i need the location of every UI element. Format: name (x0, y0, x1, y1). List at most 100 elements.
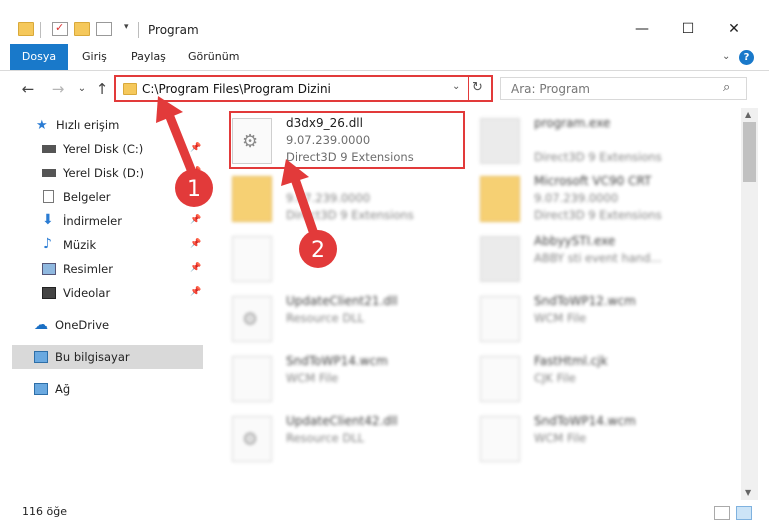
sidebar-item-label: Ağ (55, 382, 71, 396)
download-icon: ⬇ (42, 212, 54, 228)
file-description: Direct3D 9 Extensions (534, 150, 662, 164)
file-name: AbbyySTI.exe (534, 234, 616, 248)
new-folder-icon[interactable] (74, 22, 90, 36)
sidebar-item-onedrive[interactable]: ☁ OneDrive (0, 313, 210, 337)
sidebar-item-network[interactable]: Ağ (0, 377, 210, 401)
sidebar-item-downloads[interactable]: ⬇ İndirmeler 📌 (0, 209, 210, 233)
star-icon: ★ (36, 118, 48, 133)
document-icon (232, 356, 272, 402)
tab-view[interactable]: Görünüm (188, 44, 239, 70)
pin-icon[interactable]: 📌 (190, 143, 201, 153)
document-icon (480, 356, 520, 402)
file-description: Direct3D 9 Extensions (286, 208, 414, 222)
file-tile[interactable]: SndToWP14.wcm WCM File (478, 410, 718, 466)
divider (468, 77, 469, 100)
up-button[interactable]: ↑ (92, 79, 112, 99)
tab-share[interactable]: Paylaş (131, 44, 166, 70)
sidebar-item-music[interactable]: ♪ Müzik 📌 (0, 233, 210, 257)
chevron-down-icon[interactable]: ▾ (124, 22, 129, 32)
address-bar[interactable]: C:\Program Files\Program Dizini ⌄ ↻ (114, 75, 493, 102)
exe-file-icon (480, 236, 520, 282)
sidebar-item-videos[interactable]: Videolar 📌 (0, 281, 210, 305)
file-tile[interactable]: FastHtml.cjk CJK File (478, 350, 718, 406)
minimize-button[interactable]: — (619, 14, 665, 44)
sidebar-item-label: Resimler (63, 262, 113, 276)
documents-icon (43, 190, 54, 203)
file-description: ABBY sti event hand... (534, 251, 662, 265)
file-description: WCM File (286, 371, 339, 385)
sidebar-item-label: OneDrive (55, 318, 110, 332)
back-button[interactable]: ← (18, 79, 38, 99)
file-tile[interactable]: SndToWP12.wcm WCM File (478, 290, 718, 346)
search-icon[interactable]: ⌕ (723, 80, 730, 95)
file-tile[interactable]: program.exe Direct3D 9 Extensions (478, 112, 718, 168)
file-name: UpdateClient42.dll (286, 414, 398, 428)
sidebar-item-this-pc[interactable]: Bu bilgisayar (12, 345, 203, 369)
close-button[interactable]: ✕ (711, 14, 757, 44)
tab-file[interactable]: Dosya (10, 44, 68, 70)
customize-toolbar-icon[interactable] (96, 22, 112, 36)
forward-button[interactable]: → (48, 79, 68, 99)
tiles-view-button[interactable] (736, 506, 752, 520)
address-path[interactable]: C:\Program Files\Program Dizini (142, 82, 331, 96)
vertical-scrollbar[interactable]: ▲ ▼ (741, 108, 758, 500)
sidebar-item-quick-access[interactable]: ★ Hızlı erişim (0, 113, 210, 137)
sidebar-item-disk-c[interactable]: Yerel Disk (C:) 📌 (0, 137, 210, 161)
file-tile[interactable]: AbbyySTI.exe ABBY sti event hand... (478, 230, 718, 286)
recent-locations-button[interactable]: ⌄ (72, 79, 92, 99)
scroll-up-icon[interactable]: ▲ (745, 110, 751, 119)
file-tile[interactable]: UpdateClient21.dll Resource DLL (230, 290, 470, 346)
sidebar-item-documents[interactable]: Belgeler 📌 (0, 185, 210, 209)
exe-file-icon (480, 118, 520, 164)
sidebar-item-label: Yerel Disk (C:) (63, 142, 144, 156)
status-bar: 116 öğe (0, 500, 769, 531)
tab-home[interactable]: Giriş (82, 44, 107, 70)
chevron-down-icon[interactable]: ⌄ (452, 81, 460, 92)
file-description: WCM File (534, 311, 587, 325)
ribbon: Dosya Giriş Paylaş Görünüm ⌄ ? (0, 44, 769, 71)
scrollbar-thumb[interactable] (743, 122, 756, 182)
folder-icon (123, 83, 137, 95)
file-description: Direct3D 9 Extensions (534, 208, 662, 222)
title-bar: ✓ ▾ Program — ☐ ✕ (0, 0, 769, 44)
pin-icon[interactable]: 📌 (190, 191, 201, 201)
file-name: UpdateClient21.dll (286, 294, 398, 308)
file-tile[interactable] (230, 230, 470, 286)
file-tile[interactable]: UpdateClient42.dll Resource DLL (230, 410, 470, 466)
sidebar-item-label: İndirmeler (63, 214, 122, 228)
document-icon (232, 236, 272, 282)
file-tile[interactable]: SndToWP14.wcm WCM File (230, 350, 470, 406)
properties-icon[interactable]: ✓ (52, 21, 68, 36)
scroll-down-icon[interactable]: ▼ (745, 488, 751, 497)
sidebar-item-label: Hızlı erişim (56, 118, 120, 132)
window-title: Program (148, 23, 199, 37)
details-view-button[interactable] (714, 506, 730, 520)
refresh-icon[interactable]: ↻ (472, 80, 483, 95)
expand-ribbon-icon[interactable]: ⌄ (722, 51, 730, 62)
file-tile[interactable]: Microsoft VC90 CRT 9.07.239.0000 Direct3… (478, 170, 718, 226)
file-tile[interactable]: 9.07.239.0000 Direct3D 9 Extensions (230, 170, 470, 226)
folder-icon (18, 22, 34, 36)
pin-icon[interactable]: 📌 (190, 287, 201, 297)
sidebar-item-label: Bu bilgisayar (55, 350, 130, 364)
file-description: Resource DLL (286, 431, 365, 445)
dll-file-icon (232, 416, 272, 462)
dll-file-icon (232, 296, 272, 342)
divider (138, 22, 139, 38)
search-input[interactable]: Ara: Program (511, 82, 590, 96)
maximize-button[interactable]: ☐ (665, 14, 711, 44)
sidebar-item-pictures[interactable]: Resimler 📌 (0, 257, 210, 281)
cloud-icon: ☁ (34, 317, 48, 333)
pin-icon[interactable]: 📌 (190, 167, 201, 177)
pin-icon[interactable]: 📌 (190, 215, 201, 225)
sidebar-item-disk-d[interactable]: Yerel Disk (D:) 📌 (0, 161, 210, 185)
document-icon (480, 416, 520, 462)
pin-icon[interactable]: 📌 (190, 239, 201, 249)
file-version: 9.07.239.0000 (286, 191, 371, 205)
help-icon[interactable]: ? (739, 50, 754, 65)
navigation-pane: ★ Hızlı erişim Yerel Disk (C:) 📌 Yerel D… (0, 108, 210, 500)
search-box[interactable]: Ara: Program ⌕ (500, 77, 747, 100)
file-name: program.exe (534, 116, 611, 130)
navigation-bar: ← → ⌄ ↑ C:\Program Files\Program Dizini … (0, 72, 769, 106)
pin-icon[interactable]: 📌 (190, 263, 201, 273)
